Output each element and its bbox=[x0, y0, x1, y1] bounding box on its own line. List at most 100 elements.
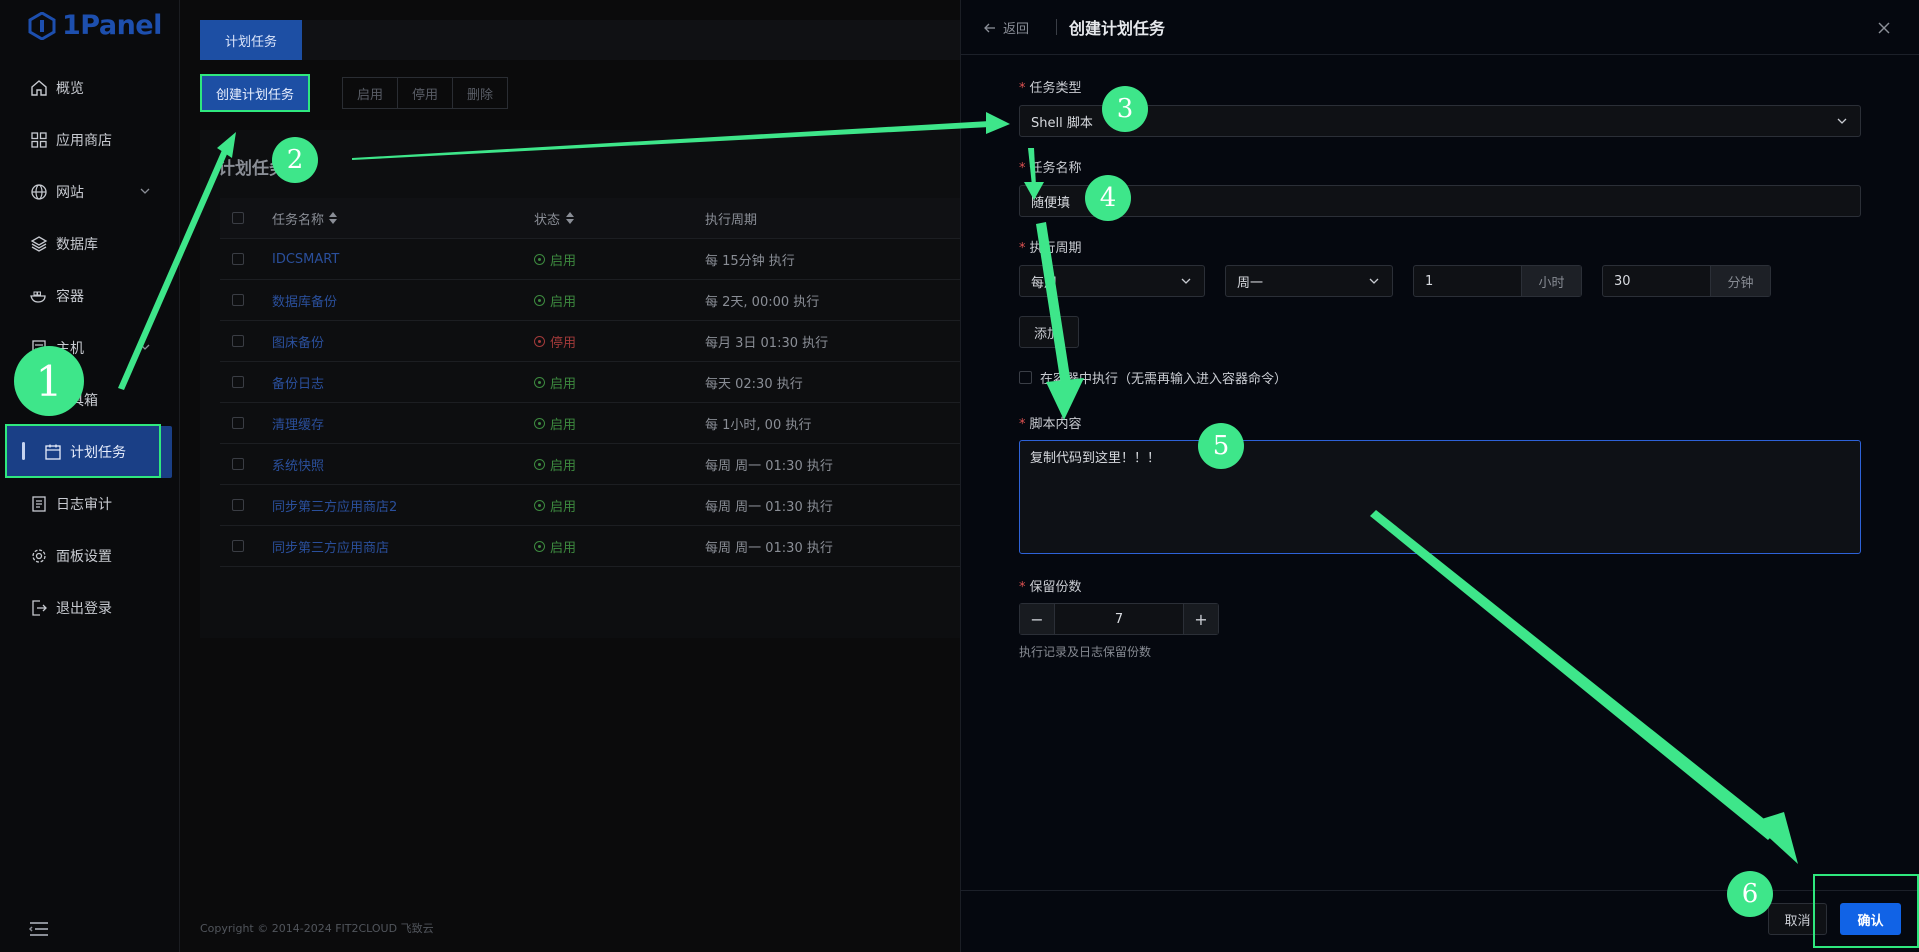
sidebar-item-overview[interactable]: 概览 bbox=[0, 62, 180, 114]
collapse-menu-icon[interactable] bbox=[28, 920, 50, 938]
tab-cronjob[interactable]: 计划任务 bbox=[200, 20, 302, 60]
logo-text: 1Panel bbox=[62, 10, 162, 41]
table-row[interactable]: 系统快照 启用 每周 周一 01:30 执行 bbox=[220, 444, 960, 485]
table-row[interactable]: 同步第三方应用商店 启用 每周 周一 01:30 执行 bbox=[220, 526, 960, 567]
retain-value[interactable]: 7 bbox=[1054, 604, 1184, 634]
row-checkbox[interactable] bbox=[232, 335, 244, 347]
task-name-link[interactable]: 备份日志 bbox=[272, 373, 534, 392]
table-row[interactable]: 数据库备份 启用 每 2天, 00:00 执行 bbox=[220, 280, 960, 321]
copyright: Copyright © 2014-2024 FIT2CLOUD 飞致云 bbox=[200, 922, 434, 935]
enable-button[interactable]: 启用 bbox=[343, 78, 399, 108]
retain-stepper: − 7 + bbox=[1019, 603, 1219, 635]
container-exec-checkbox[interactable]: 在容器中执行（无需再输入进入容器命令） bbox=[1019, 368, 1287, 387]
step-badge-6: 6 bbox=[1727, 871, 1773, 917]
status-toggle[interactable]: 启用 bbox=[534, 291, 705, 310]
status-on-icon bbox=[534, 499, 545, 511]
add-cycle-button[interactable]: 添加 bbox=[1019, 316, 1079, 348]
back-button[interactable]: 返回 bbox=[983, 18, 1029, 37]
cycle-text: 每月 3日 01:30 执行 bbox=[705, 335, 829, 351]
row-checkbox[interactable] bbox=[232, 458, 244, 470]
logo[interactable]: 1Panel bbox=[28, 10, 162, 41]
step-badge-2: 2 bbox=[272, 137, 318, 183]
create-cronjob-button[interactable]: 创建计划任务 bbox=[200, 74, 311, 112]
task-name-link[interactable]: 数据库备份 bbox=[272, 291, 534, 310]
row-checkbox[interactable] bbox=[232, 294, 244, 306]
select-all-checkbox[interactable] bbox=[232, 212, 244, 224]
task-type-label: * 任务类型 bbox=[1019, 81, 1082, 96]
delete-button[interactable]: 删除 bbox=[453, 78, 507, 108]
sidebar-item-website[interactable]: 网站 bbox=[0, 166, 180, 218]
status-toggle[interactable]: 启用 bbox=[534, 373, 705, 392]
label-text: 执行周期 bbox=[1029, 241, 1082, 256]
sidebar-item-label: 面板设置 bbox=[56, 549, 112, 565]
task-name-input[interactable]: 随便填 bbox=[1019, 185, 1861, 217]
divider bbox=[1056, 19, 1057, 35]
task-name-link[interactable]: 图床备份 bbox=[272, 332, 534, 351]
status-label: 启用 bbox=[550, 499, 577, 515]
row-checkbox[interactable] bbox=[232, 540, 244, 552]
increment-button[interactable]: + bbox=[1184, 604, 1218, 634]
sidebar-nav: 概览 应用商店 网站 数据库 容器 主机 工具箱 bbox=[0, 62, 180, 634]
table-row[interactable]: 图床备份 停用 每月 3日 01:30 执行 bbox=[220, 321, 960, 362]
status-toggle[interactable]: 启用 bbox=[534, 414, 705, 433]
cycle-weekday-select[interactable]: 周一 bbox=[1225, 265, 1393, 297]
sidebar-item-container[interactable]: 容器 bbox=[0, 270, 180, 322]
task-name-link[interactable]: 同步第三方应用商店2 bbox=[272, 496, 534, 515]
cycle-minute-input[interactable]: 30 分钟 bbox=[1602, 265, 1771, 297]
cycle-hour-input[interactable]: 1 小时 bbox=[1413, 265, 1582, 297]
cycle-text: 每周 周一 01:30 执行 bbox=[705, 540, 833, 556]
sidebar-item-label: 容器 bbox=[56, 289, 84, 305]
task-name-link[interactable]: IDCSMART bbox=[272, 252, 534, 267]
cycle-period-select[interactable]: 每周 bbox=[1019, 265, 1205, 297]
table-row[interactable]: 备份日志 启用 每天 02:30 执行 bbox=[220, 362, 960, 403]
row-checkbox[interactable] bbox=[232, 417, 244, 429]
sidebar-item-label: 应用商店 bbox=[56, 133, 112, 149]
table-row[interactable]: 清理缓存 启用 每 1小时, 00 执行 bbox=[220, 403, 960, 444]
cycle-text: 每周 周一 01:30 执行 bbox=[705, 499, 833, 515]
status-toggle[interactable]: 停用 bbox=[534, 332, 705, 351]
checkbox-label: 在容器中执行（无需再输入进入容器命令） bbox=[1040, 372, 1288, 387]
table-body: IDCSMART 启用每 15分钟 执行 数据库备份 启用每 2天, 00:00 执行… bbox=[220, 239, 960, 567]
status-toggle[interactable]: 启用 bbox=[534, 496, 705, 515]
sort-icon[interactable] bbox=[328, 211, 338, 225]
sidebar-item-log-audit[interactable]: 日志审计 bbox=[0, 478, 180, 530]
table-row[interactable]: 同步第三方应用商店2 启用 每周 周一 01:30 执行 bbox=[220, 485, 960, 526]
checkbox[interactable] bbox=[1019, 371, 1032, 384]
sidebar-item-appstore[interactable]: 应用商店 bbox=[0, 114, 180, 166]
row-checkbox[interactable] bbox=[232, 376, 244, 388]
logo-icon bbox=[28, 11, 56, 40]
task-name-link[interactable]: 系统快照 bbox=[272, 455, 534, 474]
apps-icon bbox=[30, 131, 48, 149]
cycle-text: 每 1小时, 00 执行 bbox=[705, 417, 812, 433]
cycle-text: 每 15分钟 执行 bbox=[705, 253, 795, 269]
close-icon[interactable] bbox=[1876, 20, 1892, 36]
column-status[interactable]: 状态 bbox=[534, 209, 705, 228]
cycle-text: 每 2天, 00:00 执行 bbox=[705, 294, 820, 310]
sidebar-item-logout[interactable]: 退出登录 bbox=[0, 582, 180, 634]
task-name-link[interactable]: 同步第三方应用商店 bbox=[272, 537, 534, 556]
drawer-title: 创建计划任务 bbox=[1069, 19, 1166, 38]
row-checkbox[interactable] bbox=[232, 253, 244, 265]
retain-label: * 保留份数 bbox=[1019, 580, 1082, 595]
sidebar-item-database[interactable]: 数据库 bbox=[0, 218, 180, 270]
task-name-label: * 任务名称 bbox=[1019, 161, 1082, 176]
disable-button[interactable]: 停用 bbox=[398, 78, 454, 108]
status-on-icon bbox=[534, 458, 545, 470]
log-icon bbox=[30, 495, 48, 513]
cycle-hour-value: 1 bbox=[1425, 273, 1434, 289]
status-toggle[interactable]: 启用 bbox=[534, 455, 705, 474]
row-checkbox[interactable] bbox=[232, 499, 244, 511]
status-toggle[interactable]: 启用 bbox=[534, 537, 705, 556]
script-textarea[interactable]: 复制代码到这里！！！ bbox=[1019, 440, 1861, 554]
step-badge-4: 4 bbox=[1085, 175, 1131, 221]
table-row[interactable]: IDCSMART 启用 每 15分钟 执行 bbox=[220, 239, 960, 280]
batch-actions: 启用 停用 删除 bbox=[342, 77, 509, 109]
sidebar-item-settings[interactable]: 面板设置 bbox=[0, 530, 180, 582]
column-name[interactable]: 任务名称 bbox=[272, 209, 534, 228]
status-toggle[interactable]: 启用 bbox=[534, 250, 705, 269]
status-on-icon bbox=[534, 540, 545, 552]
tab-bar: 计划任务 bbox=[200, 20, 960, 60]
decrement-button[interactable]: − bbox=[1020, 604, 1054, 634]
sort-icon[interactable] bbox=[565, 211, 575, 225]
task-name-link[interactable]: 清理缓存 bbox=[272, 414, 534, 433]
